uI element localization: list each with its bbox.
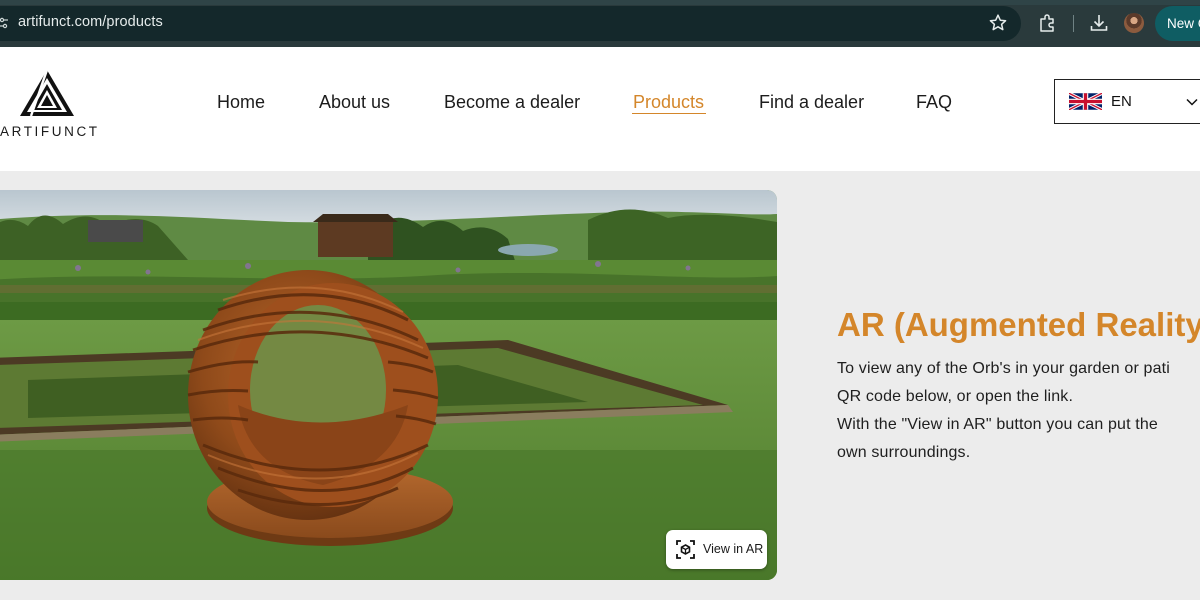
url-text[interactable]: artifunct.com/products: [18, 14, 163, 30]
nav-find-a-dealer[interactable]: Find a dealer: [759, 92, 864, 113]
download-icon[interactable]: [1088, 12, 1110, 34]
chevron-down-icon: [1186, 98, 1198, 106]
new-chrome-button[interactable]: New C: [1155, 6, 1200, 41]
toolbar-divider: [1073, 15, 1074, 32]
bookmark-star-icon[interactable]: [988, 13, 1008, 33]
ar-description-line-3: With the "View in AR" button you can put…: [837, 416, 1158, 433]
nav-become-a-dealer[interactable]: Become a dealer: [444, 92, 580, 113]
garden-scene-image: [0, 190, 777, 580]
ar-section-title: AR (Augmented Reality): [837, 306, 1200, 343]
view-in-ar-button[interactable]: View in AR: [666, 530, 767, 569]
language-selector[interactable]: EN: [1054, 79, 1200, 124]
nav-faq[interactable]: FAQ: [916, 92, 952, 113]
nav-about-us[interactable]: About us: [319, 92, 390, 113]
nav-home[interactable]: Home: [217, 92, 265, 113]
view-in-ar-label: View in AR: [703, 542, 764, 556]
nav-active-underline: [632, 113, 706, 114]
tab-strip-edge: [0, 0, 1200, 5]
artifunct-logo-icon[interactable]: [18, 68, 76, 118]
ar-description-line-2: QR code below, or open the link.: [837, 388, 1074, 405]
site-info-icon[interactable]: [0, 17, 8, 29]
ar-description-line-1: To view any of the Orb's in your garden …: [837, 360, 1170, 377]
site-header: ARTIFUNCT Home About us Become a dealer …: [0, 47, 1200, 171]
extensions-icon[interactable]: [1037, 12, 1059, 34]
ar-scan-icon: [676, 540, 695, 559]
ar-model-viewer[interactable]: View in AR: [0, 190, 777, 580]
logo-wordmark[interactable]: ARTIFUNCT: [0, 124, 100, 139]
profile-avatar[interactable]: [1124, 13, 1144, 33]
language-label: EN: [1111, 93, 1132, 110]
ar-description-line-4: own surroundings.: [837, 444, 971, 461]
browser-toolbar: artifunct.com/products New C: [0, 0, 1200, 47]
new-chrome-label: New C: [1167, 16, 1200, 31]
uk-flag-icon: [1069, 93, 1102, 110]
nav-products[interactable]: Products: [633, 92, 704, 113]
